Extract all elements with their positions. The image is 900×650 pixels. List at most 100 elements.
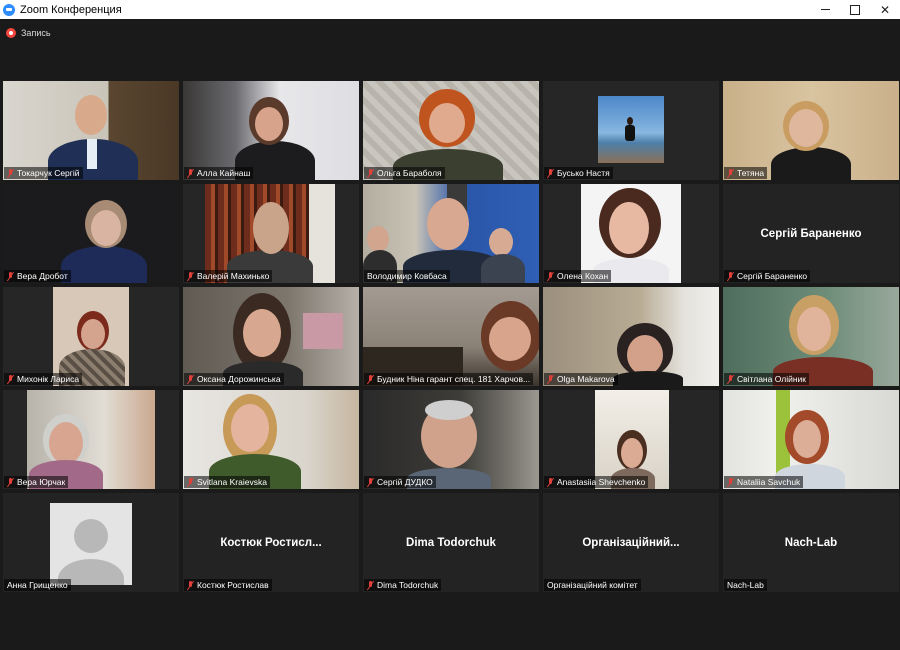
- participant-display-name: Dima Todorchuk: [406, 537, 496, 549]
- participant-name-tag: Nach-Lab: [724, 579, 767, 591]
- mic-muted-icon: [727, 168, 734, 178]
- participant-video: [363, 81, 539, 180]
- participant-tile[interactable]: Алла Кайнаш: [183, 81, 359, 180]
- participant-tile[interactable]: Сергій ДУДКО: [363, 390, 539, 489]
- participant-tile[interactable]: Тетяна: [723, 81, 899, 180]
- participant-tile[interactable]: Вера Дробот: [3, 184, 179, 283]
- mic-muted-icon: [547, 374, 554, 384]
- participant-tile[interactable]: Будник Ніна гарант спец. 181 Харчов...: [363, 287, 539, 386]
- mic-muted-icon: [547, 168, 554, 178]
- mic-muted-icon: [7, 168, 14, 178]
- participant-name-tag: Токарчук Сергій: [4, 167, 83, 179]
- participant-display-name: Організаційний...: [582, 537, 680, 549]
- participant-name-tag: Михонік Лариса: [4, 373, 83, 385]
- close-button[interactable]: ✕: [870, 0, 900, 19]
- participant-display-name: Nach-Lab: [784, 537, 838, 549]
- participant-name-tag: Сергій ДУДКО: [364, 476, 436, 488]
- participant-video: [723, 390, 899, 489]
- participant-name-tag: Ольга Бараболя: [364, 167, 445, 179]
- participant-tile[interactable]: Валерій Махинько: [183, 184, 359, 283]
- participant-tile[interactable]: Світлана Олійник: [723, 287, 899, 386]
- participant-name-tag: Вера Дробот: [4, 270, 71, 282]
- participant-tile[interactable]: Оксана Дорожинська: [183, 287, 359, 386]
- participant-name-tag: Будник Ніна гарант спец. 181 Харчов...: [364, 373, 534, 385]
- participant-video: [723, 287, 899, 386]
- mic-muted-icon: [187, 374, 194, 384]
- participant-name-tag: Оксана Дорожинська: [184, 373, 284, 385]
- mic-muted-icon: [367, 580, 374, 590]
- participant-tile[interactable]: Dima Todorchuk Dima Todorchuk: [363, 493, 539, 592]
- participant-name-tag: Олена Кохан: [544, 270, 612, 282]
- mic-muted-icon: [7, 477, 14, 487]
- participant-video: [543, 81, 719, 180]
- participant-video: [3, 81, 179, 180]
- participant-tile[interactable]: Nach-Lab Nach-Lab: [723, 493, 899, 592]
- mic-muted-icon: [547, 477, 554, 487]
- participant-video: [183, 184, 359, 283]
- minimize-button[interactable]: [810, 0, 840, 19]
- mic-muted-icon: [187, 477, 194, 487]
- participant-tile[interactable]: Михонік Лариса: [3, 287, 179, 386]
- participant-video: [363, 287, 539, 386]
- mic-muted-icon: [547, 271, 554, 281]
- participant-video: [543, 390, 719, 489]
- participant-tile[interactable]: Вера Юрчак: [3, 390, 179, 489]
- recording-indicator[interactable]: Запись: [0, 19, 900, 47]
- participant-name-tag: Бусько Настя: [544, 167, 613, 179]
- participant-video: [3, 287, 179, 386]
- participant-tile[interactable]: Токарчук Сергій: [3, 81, 179, 180]
- participant-video: [3, 184, 179, 283]
- mic-muted-icon: [187, 271, 194, 281]
- mic-muted-icon: [367, 168, 374, 178]
- participant-display-name: Костюк Ростисл...: [220, 537, 322, 549]
- participant-video: [183, 81, 359, 180]
- participant-tile[interactable]: Анна Грищенко: [3, 493, 179, 592]
- participant-video: [543, 184, 719, 283]
- maximize-button[interactable]: [840, 0, 870, 19]
- mic-muted-icon: [727, 477, 734, 487]
- participant-name-tag: Світлана Олійник: [724, 373, 809, 385]
- participant-name-tag: Svitlana Kraievska: [184, 476, 270, 488]
- participant-tile[interactable]: Anastasiia Shevchenko: [543, 390, 719, 489]
- participant-tile-active-speaker[interactable]: Володимир Ковбаса: [363, 184, 539, 283]
- participant-tile[interactable]: Бусько Настя: [543, 81, 719, 180]
- participant-avatar-placeholder: [3, 493, 179, 592]
- participant-video: [363, 184, 539, 283]
- participant-name-tag: Костюк Ростислав: [184, 579, 272, 591]
- participant-video: [183, 287, 359, 386]
- participant-name-tag: Dima Todorchuk: [364, 579, 442, 591]
- participant-video: [183, 390, 359, 489]
- mic-muted-icon: [187, 580, 194, 590]
- mic-muted-icon: [727, 374, 734, 384]
- participant-video: [723, 81, 899, 180]
- mic-muted-icon: [367, 477, 374, 487]
- participant-name-tag: Валерій Махинько: [184, 270, 273, 282]
- zoom-logo-icon: [3, 3, 15, 16]
- participant-video: [363, 390, 539, 489]
- participant-tile[interactable]: Організаційний... Організаційний комітет: [543, 493, 719, 592]
- participant-tile[interactable]: Олена Кохан: [543, 184, 719, 283]
- participant-name-tag: Anastasiia Shevchenko: [544, 476, 649, 488]
- participant-name-tag: Вера Юрчак: [4, 476, 69, 488]
- recording-label: Запись: [21, 28, 51, 38]
- participant-name-tag: Тетяна: [724, 167, 768, 179]
- participant-name-tag: Анна Грищенко: [4, 579, 71, 591]
- participant-name-tag: Olga Makarova: [544, 373, 618, 385]
- mic-muted-icon: [7, 271, 14, 281]
- participant-display-name: Сергій Бараненко: [760, 228, 862, 240]
- participant-name-tag: Nataliia Savchuk: [724, 476, 804, 488]
- participant-tile[interactable]: Svitlana Kraievska: [183, 390, 359, 489]
- record-icon: [6, 28, 16, 38]
- participant-tile[interactable]: Olga Makarova: [543, 287, 719, 386]
- participant-tile[interactable]: Nataliia Savchuk: [723, 390, 899, 489]
- participant-name-tag: Володимир Ковбаса: [364, 270, 450, 282]
- title-bar: Zoom Конференция ✕: [0, 0, 900, 19]
- mic-muted-icon: [367, 374, 374, 384]
- participant-video: [543, 287, 719, 386]
- participant-tile[interactable]: Костюк Ростисл... Костюк Ростислав: [183, 493, 359, 592]
- mic-muted-icon: [187, 168, 194, 178]
- default-avatar-icon: [50, 503, 132, 585]
- participant-tile[interactable]: Ольга Бараболя: [363, 81, 539, 180]
- participant-tile[interactable]: Сергій Бараненко Сергій Бараненко: [723, 184, 899, 283]
- participant-name-tag: Сергій Бараненко: [724, 270, 811, 282]
